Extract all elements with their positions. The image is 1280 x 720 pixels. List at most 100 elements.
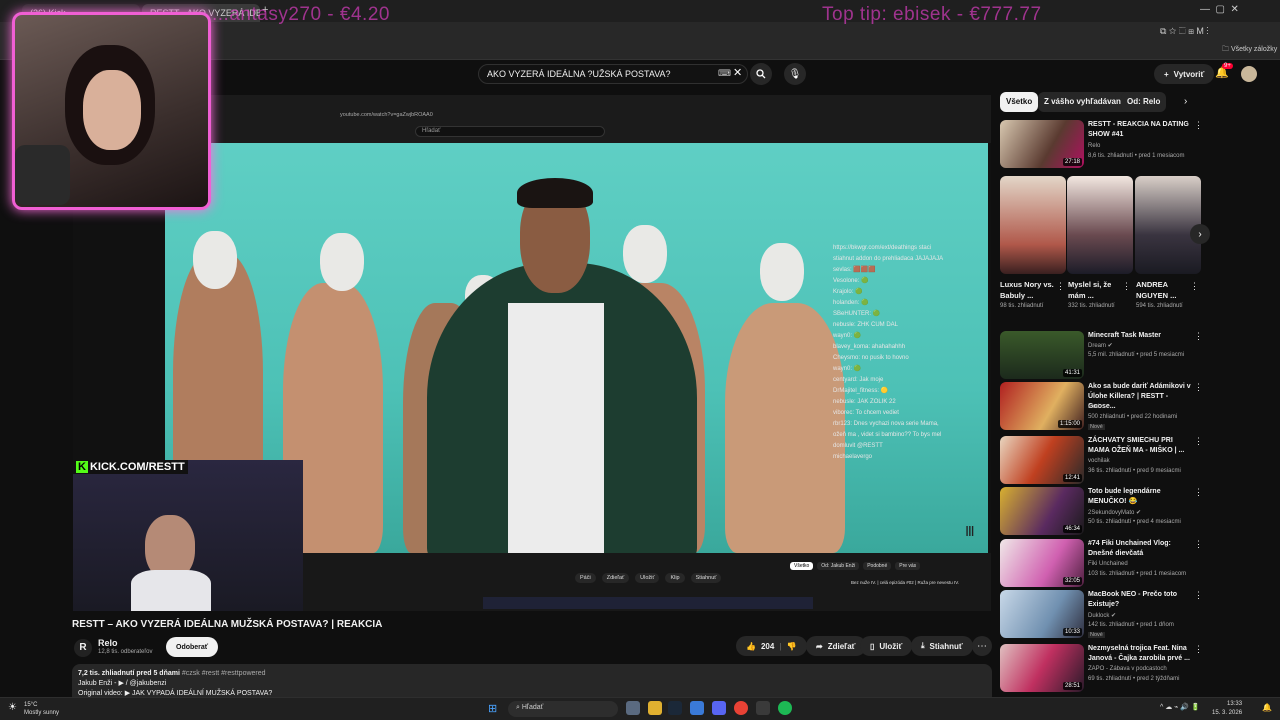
weather-sun-icon[interactable]: ☀ (8, 702, 17, 713)
donation-ticker-right: Top tip: ebisek - €777.77 (822, 4, 1042, 25)
captured-actions: Páči Zdieľať Uložiť Klip Stiahnuť (575, 573, 722, 583)
chat-message: stiahnut addon do prehliadaca JAJAJAJA (833, 256, 944, 262)
shorts-next-button[interactable]: › (1190, 224, 1210, 244)
file-explorer-icon[interactable] (648, 701, 662, 715)
recommendation-item[interactable]: 27:18 RESTT - REAKCIA NA DATING SHOW #41… (1000, 120, 1203, 170)
hashtags[interactable]: #czsk #restt #resttpowered (182, 670, 266, 677)
keyboard-icon[interactable]: ⌨ (718, 68, 731, 79)
plus-icon: + (1164, 69, 1169, 79)
search-input[interactable]: AKO VYZERÁ IDEÁLNA ?UŽSKÁ POSTAVA? (478, 64, 748, 84)
short-thumbnail[interactable] (1135, 176, 1201, 274)
notification-center-icon[interactable]: 🔔 (1262, 703, 1272, 712)
clear-search-icon[interactable]: ✕ (733, 66, 742, 79)
search-button[interactable] (750, 63, 772, 85)
captured-recommendation: Bez nuže IV. | celá epizóda #02 | Ruža p… (851, 580, 960, 585)
more-options-icon[interactable]: ⋮ (1194, 539, 1203, 550)
white-mask (193, 231, 237, 289)
short-views: 332 tis. zhliadnutí (1068, 303, 1115, 309)
system-tray-icons[interactable]: ^ ☁ ⌁ 🔊 🔋 (1160, 703, 1200, 711)
account-avatar[interactable] (1241, 66, 1257, 82)
recommendation-item[interactable]: 10:33 MacBook NEO - Prečo toto Existuje?… (1000, 590, 1203, 640)
download-button[interactable]: ⤓ Stiahnuť (911, 636, 973, 656)
chevron-right-icon[interactable]: › (1184, 96, 1187, 107)
recommendation-item[interactable]: 41:31 Minecraft Task Master Dream ✔ 5,5 … (1000, 331, 1203, 381)
steam-icon[interactable] (668, 701, 682, 715)
recommendation-channel: Duklock ✔ (1088, 613, 1117, 619)
more-options-icon[interactable]: ⋮ (1194, 331, 1203, 342)
recommendation-meta: 142 tis. zhliadnutí • pred 1 dňom (1088, 622, 1174, 628)
more-actions-button[interactable]: ⋯ (972, 636, 992, 656)
recommendation-item[interactable]: 1:15:00 Ako sa bude dariť Adámikovi v Úl… (1000, 382, 1203, 432)
more-options-icon[interactable]: ⋮ (1194, 644, 1203, 655)
discord-icon[interactable] (712, 701, 726, 715)
more-options-icon[interactable]: ⋮ (1194, 590, 1203, 601)
recommendation-channel: Dream ✔ (1088, 343, 1113, 349)
spotify-icon[interactable] (778, 701, 792, 715)
recommendation-item[interactable]: 12:41 ZÁCHVATY SMIECHU PRI MAMA OŽEŇ MA … (1000, 436, 1203, 486)
task-view-icon[interactable] (626, 701, 640, 715)
chrome-icon[interactable] (734, 701, 748, 715)
more-options-icon[interactable]: ⋮ (1194, 120, 1203, 131)
video-thumbnail: 10:33 (1000, 590, 1084, 638)
short-title[interactable]: ANDREA NGUYEN ... (1136, 279, 1191, 301)
thumbs-down-icon[interactable]: 👎 (787, 642, 797, 651)
chat-message: SBeHUNTER: 🟢 (833, 311, 881, 317)
reactor-shirt (131, 570, 211, 611)
recommendation-meta: 5,5 mil. zhliadnutí • pred 5 mesiacmi (1088, 352, 1185, 358)
channel-name[interactable]: Relo (98, 638, 118, 648)
captured-chip: Pre vás (895, 562, 921, 570)
chat-message: wayn0: 🟢 (833, 366, 862, 372)
captured-clip: Klip (665, 573, 685, 583)
chip-all[interactable]: Všetko (1000, 92, 1039, 112)
captured-chip: Všetko (790, 562, 814, 570)
chip-from-channel[interactable]: Od: Relo (1121, 92, 1167, 112)
views-date: 7,2 tis. zhliadnutí pred 5 dňami (78, 670, 180, 677)
short-title[interactable]: Luxus Nory vs. Babuly ... (1000, 279, 1055, 301)
more-options-icon[interactable]: ⋮ (1056, 281, 1065, 292)
save-button[interactable]: ▯ Uložiť (860, 636, 913, 656)
chip-from-search[interactable]: Z vášho vyhľadávania (1038, 92, 1134, 112)
chat-message: sevlas: 🟫🟫🟫 (833, 267, 876, 273)
voice-search-button[interactable]: 🎙 (784, 63, 806, 85)
like-button[interactable]: 👍 204 | 👎 (736, 636, 807, 656)
browser-extension-icons[interactable]: ⧉ ☆ ⬚ ⊞ M ⋮ (1160, 26, 1209, 37)
windows-start-icon[interactable]: ⊞ (488, 702, 497, 715)
clock[interactable]: 13:33 15. 3. 2026 (1212, 700, 1242, 718)
chat-message: centyard: Jak moje (833, 377, 884, 383)
recommendation-item[interactable]: 32:05 #74 Fiki Unchained Vlog: Dnešné di… (1000, 539, 1203, 589)
chat-message: nebusle: ZHK CUM DAL (833, 322, 899, 328)
share-button[interactable]: ➦ Zdieľať (806, 636, 866, 656)
more-options-icon[interactable]: ⋮ (1122, 281, 1131, 292)
create-button[interactable]: + Vytvoriť (1154, 64, 1215, 84)
taskbar-search[interactable]: ⌕ Hľadať (508, 701, 618, 717)
app-icon[interactable] (756, 701, 770, 715)
weather-widget[interactable]: 15°C Mostly sunny (24, 701, 59, 717)
weather-desc: Mostly sunny (24, 710, 60, 716)
search-icon (756, 69, 766, 79)
chat-message: wayn0: 🟢 (833, 333, 862, 339)
stream-chat-overlay: https://bkwgr.com/ext/deathings staci st… (833, 243, 943, 463)
channel-avatar[interactable]: R (74, 639, 92, 657)
app-icon[interactable] (690, 701, 704, 715)
create-label: Vytvoriť (1173, 69, 1205, 79)
subscribe-button[interactable]: Odoberať (166, 637, 219, 657)
recommendation-item[interactable]: 46:34 Toto bude legendárne MENUČKO! 😂 2S… (1000, 487, 1203, 537)
more-options-icon[interactable]: ⋮ (1190, 281, 1199, 292)
more-options-icon[interactable]: ⋮ (1194, 436, 1203, 447)
chat-message: Cheysmo: no pusik to hovno (833, 355, 909, 361)
short-views: 594 tis. zhliadnutí (1136, 303, 1183, 309)
window-controls[interactable]: — ▢ ✕ (1200, 4, 1239, 15)
reactor-webcam (73, 460, 303, 611)
recommendation-meta: 36 tis. zhliadnutí • pred 9 mesiacmi (1088, 468, 1181, 474)
white-shirt (508, 303, 604, 553)
all-bookmarks-link[interactable]: 🗀 Všetky záložky (1222, 45, 1277, 56)
duration-badge: 46:34 (1062, 525, 1082, 533)
recommendation-item[interactable]: 28:51 Nezmyselná trojica Feat. Nina Jano… (1000, 644, 1203, 694)
short-thumbnail[interactable] (1000, 176, 1066, 274)
recommendation-title: RESTT - REAKCIA NA DATING SHOW #41 (1088, 121, 1189, 138)
more-options-icon[interactable]: ⋮ (1194, 382, 1203, 393)
white-mask (760, 243, 804, 301)
short-title[interactable]: Myslel si, že mám ... (1068, 279, 1123, 301)
short-thumbnail[interactable] (1067, 176, 1133, 274)
more-options-icon[interactable]: ⋮ (1194, 487, 1203, 498)
